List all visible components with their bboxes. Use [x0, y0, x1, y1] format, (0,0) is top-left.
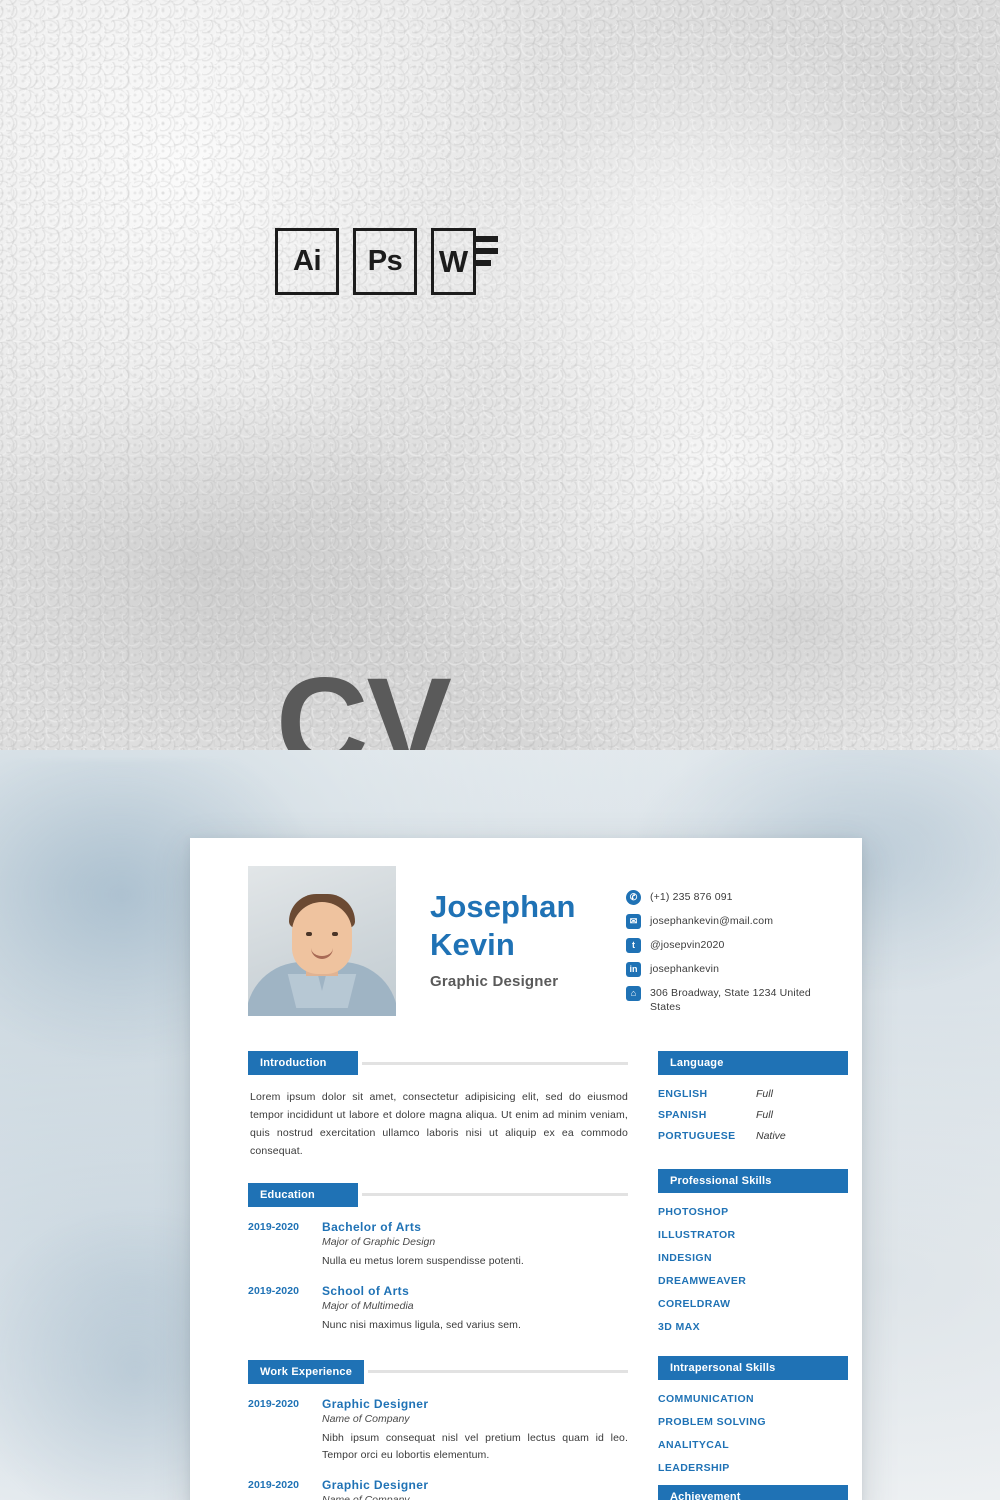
resume-right-column: Language ENGLISH Full SPANISH Full PORTU…	[658, 1051, 848, 1500]
cv-template-preview: Ai Ps W CV Josephan Kevin Graphic Design…	[0, 0, 1000, 1500]
contact-address: ⌂ 306 Broadway, State 1234 United States	[626, 986, 816, 1014]
language-item: PORTUGUESE Native	[658, 1130, 848, 1142]
section-professional-skills-header: Professional Skills	[658, 1169, 848, 1194]
section-language-title: Language	[658, 1051, 848, 1076]
language-item: SPANISH Full	[658, 1109, 848, 1121]
intrapersonal-skill-item: LEADERSHIP	[658, 1462, 730, 1475]
contact-email: ✉ josephankevin@mail.com	[626, 914, 816, 929]
language-item: ENGLISH Full	[658, 1088, 848, 1100]
language-name: PORTUGUESE	[658, 1130, 736, 1143]
illustrator-badge-label: Ai	[293, 245, 322, 277]
photoshop-badge-label: Ps	[367, 245, 403, 277]
section-rule	[362, 1193, 628, 1197]
intrapersonal-skill-item: ANALITYCAL	[658, 1439, 730, 1452]
contact-email-value: josephankevin@mail.com	[650, 915, 774, 927]
language-name: SPANISH	[658, 1109, 707, 1122]
intrapersonal-skill-item: PROBLEM SOLVING	[658, 1416, 766, 1429]
contact-twitter-value: @josepvin2020	[650, 939, 725, 951]
intrapersonal-skill-item: COMMUNICATION	[658, 1393, 754, 1406]
work-entry-subtitle: Name of Company	[322, 1493, 410, 1500]
linkedin-icon: in	[626, 962, 641, 977]
resume-left-column: Introduction Lorem ipsum dolor sit amet,…	[248, 1051, 628, 1500]
professional-skill-item: CORELDRAW	[658, 1298, 731, 1311]
language-level: Full	[756, 1109, 773, 1122]
professional-skill-item: ILLUSTRATOR	[658, 1229, 736, 1242]
work-entry-years: 2019-2020	[248, 1478, 300, 1491]
location-icon: ⌂	[626, 986, 641, 1001]
section-work-experience-header: Work Experience	[248, 1359, 628, 1384]
education-entry: 2019-2020 Bachelor of Arts Major of Grap…	[248, 1220, 628, 1270]
work-entry-subtitle: Name of Company	[322, 1412, 410, 1425]
resume-body: Introduction Lorem ipsum dolor sit amet,…	[248, 1051, 848, 1500]
education-entry: 2019-2020 School of Arts Major of Multim…	[248, 1284, 628, 1334]
section-education-header: Education	[248, 1182, 628, 1207]
texture-highlight-1	[430, 20, 990, 440]
contact-linkedin: in josephankevin	[626, 962, 816, 977]
language-name: ENGLISH	[658, 1088, 708, 1101]
section-language-header: Language	[658, 1051, 848, 1076]
education-entry-title: Bachelor of Arts	[322, 1219, 422, 1234]
education-entry-title: School of Arts	[322, 1283, 410, 1298]
software-badges: Ai Ps W	[275, 228, 499, 295]
resume-header: Josephan Kevin Graphic Designer ✆ (+1) 2…	[248, 866, 816, 1023]
education-entry-description: Nunc nisi maximus ligula, sed varius sem…	[322, 1318, 522, 1331]
professional-skill-item: DREAMWEAVER	[658, 1275, 747, 1288]
section-achievement-header: Achievement	[658, 1485, 848, 1500]
section-rule	[362, 1061, 628, 1065]
section-education-title: Education	[248, 1182, 358, 1207]
cv-headline: CV	[276, 652, 452, 751]
contact-twitter: t @josepvin2020	[626, 938, 816, 953]
hero-concrete-background: Ai Ps W CV	[0, 0, 1000, 750]
work-entry-years: 2019-2020	[248, 1397, 300, 1410]
education-entry-years: 2019-2020	[248, 1220, 300, 1233]
email-icon: ✉	[626, 914, 641, 929]
section-introduction-title: Introduction	[248, 1051, 358, 1076]
section-professional-skills-title: Professional Skills	[658, 1169, 848, 1194]
education-entry-subtitle: Major of Graphic Design	[322, 1235, 436, 1248]
work-entry-title: Graphic Designer	[322, 1477, 429, 1492]
resume-sheet: Josephan Kevin Graphic Designer ✆ (+1) 2…	[190, 838, 862, 1500]
education-entry-description: Nulla eu metus lorem suspendisse potenti…	[322, 1254, 524, 1267]
language-level: Full	[756, 1088, 773, 1101]
language-level: Native	[756, 1130, 786, 1143]
word-badge-lines-icon	[476, 236, 498, 266]
section-intrapersonal-skills-title: Intrapersonal Skills	[658, 1356, 848, 1381]
section-work-experience-title: Work Experience	[248, 1359, 365, 1384]
section-rule	[368, 1370, 628, 1374]
word-badge-label: W	[438, 243, 469, 279]
name-block: Josephan Kevin Graphic Designer	[430, 866, 626, 990]
section-introduction-header: Introduction	[248, 1051, 628, 1076]
illustrator-badge: Ai	[275, 228, 339, 295]
job-title: Graphic Designer	[430, 972, 559, 990]
contact-phone-value: (+1) 235 876 091	[650, 891, 733, 903]
photoshop-badge: Ps	[353, 228, 417, 295]
work-entry: 2019-2020 Graphic Designer Name of Compa…	[248, 1478, 628, 1500]
word-badge: W	[431, 228, 499, 295]
contact-address-value: 306 Broadway, State 1234 United States	[650, 987, 811, 1014]
last-name: Kevin	[430, 926, 515, 962]
education-entry-years: 2019-2020	[248, 1284, 300, 1297]
whatsapp-icon: ✆	[626, 890, 641, 905]
section-achievement-title: Achievement	[658, 1485, 848, 1500]
work-entry: 2019-2020 Graphic Designer Name of Compa…	[248, 1397, 628, 1464]
work-entry-title: Graphic Designer	[322, 1396, 429, 1411]
professional-skill-item: INDESIGN	[658, 1252, 712, 1265]
twitter-icon: t	[626, 938, 641, 953]
contact-list: ✆ (+1) 235 876 091 ✉ josephankevin@mail.…	[626, 866, 816, 1023]
education-entry-subtitle: Major of Multimedia	[322, 1299, 414, 1312]
professional-skill-item: PHOTOSHOP	[658, 1206, 729, 1219]
section-intrapersonal-skills-header: Intrapersonal Skills	[658, 1356, 848, 1381]
resume-mockup-scene: Josephan Kevin Graphic Designer ✆ (+1) 2…	[0, 750, 1000, 1500]
introduction-text: Lorem ipsum dolor sit amet, consectetur …	[250, 1091, 628, 1158]
word-badge-box: W	[431, 228, 476, 295]
contact-phone: ✆ (+1) 235 876 091	[626, 890, 816, 905]
work-entry-description: Nibh ipsum consequat nisl vel pretium le…	[322, 1431, 628, 1461]
texture-shadow-2	[560, 470, 1000, 750]
first-name: Josephan	[430, 889, 576, 924]
professional-skill-item: 3D MAX	[658, 1321, 701, 1334]
contact-linkedin-value: josephankevin	[650, 963, 720, 975]
avatar	[248, 866, 396, 1016]
